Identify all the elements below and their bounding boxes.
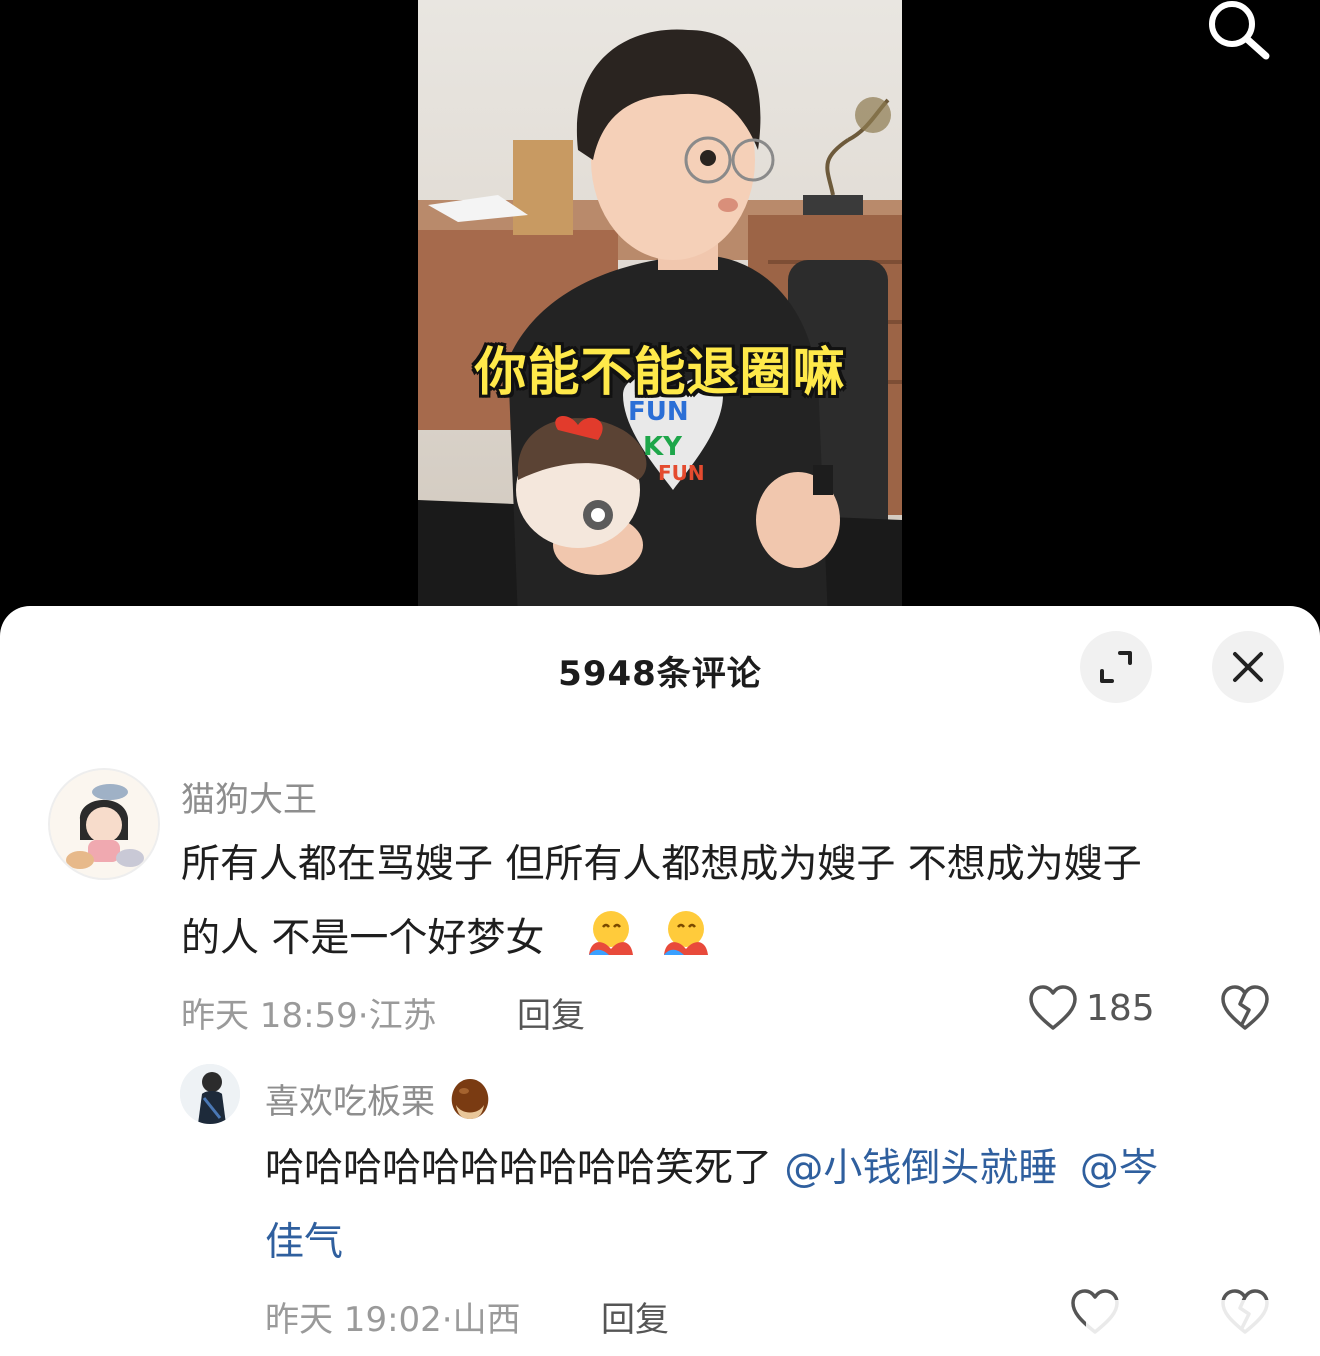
watermark-overlay xyxy=(1086,1300,1314,1348)
reply-line: 哈哈哈哈哈哈哈哈哈哈笑死了 @小钱倒头就睡 @岑 xyxy=(265,1132,1285,1206)
hugging-face-emoji xyxy=(589,911,634,955)
like-button[interactable] xyxy=(1028,984,1078,1032)
expand-icon xyxy=(1100,651,1132,683)
comment-meta: 昨天 18:59·江苏 xyxy=(181,988,437,1037)
comment-line: 的人 不是一个好梦女 xyxy=(181,916,545,961)
meta-separator: · xyxy=(441,1300,453,1340)
svg-text:FUN: FUN xyxy=(658,461,705,485)
comment-line-wrap: 的人 不是一个好梦女 xyxy=(181,902,1291,976)
search-icon xyxy=(1209,1,1270,60)
comment-username-text: 喜欢吃板栗 xyxy=(265,1082,435,1122)
avatar[interactable] xyxy=(180,1064,240,1124)
avatar[interactable] xyxy=(48,768,160,880)
reply-button[interactable]: 回复 xyxy=(601,1292,669,1341)
video-frame[interactable]: FUN KY FUN 你能不能退圈嘛 xyxy=(418,0,902,620)
comment-time: 昨天 18:59 xyxy=(181,996,358,1036)
comment-location: 江苏 xyxy=(368,996,437,1036)
comment-body: 所有人都在骂嫂子 但所有人都想成为嫂子 不想成为嫂子 的人 不是一个好梦女 xyxy=(181,828,1291,976)
comment-meta: 昨天 19:02·山西 xyxy=(265,1292,521,1341)
comments-sheet: 5948条评论 猫狗大王 所有人都在骂嫂子 但所有人都想成为嫂子 不想成为嫂子 … xyxy=(0,606,1320,1356)
comment-username[interactable]: 喜欢吃板栗 xyxy=(265,1074,494,1123)
heart-icon xyxy=(1029,985,1077,1030)
reply-line-wrap: 佳气 xyxy=(265,1206,1285,1280)
broken-heart-icon xyxy=(1221,985,1269,1030)
hugging-face-emoji xyxy=(663,911,708,955)
dislike-button[interactable] xyxy=(1220,984,1270,1032)
reply-button[interactable]: 回复 xyxy=(517,988,585,1037)
video-scene: FUN KY FUN xyxy=(418,29,902,620)
comment-line: 所有人都在骂嫂子 但所有人都想成为嫂子 不想成为嫂子 xyxy=(181,842,1142,887)
video-player[interactable]: FUN KY FUN 你能不能退圈嘛 xyxy=(0,0,1320,620)
mention-link[interactable]: @小钱倒头就睡 xyxy=(784,1146,1057,1191)
reply-text: 哈哈哈哈哈哈哈哈哈哈笑死了 xyxy=(265,1146,773,1191)
close-button[interactable] xyxy=(1212,631,1284,703)
avatar-image xyxy=(180,1064,240,1124)
comment-time: 昨天 19:02 xyxy=(265,1300,442,1340)
comment-username[interactable]: 猫狗大王 xyxy=(181,772,317,821)
comment-location: 山西 xyxy=(452,1300,521,1340)
mention-link-continued[interactable]: 佳气 xyxy=(265,1220,343,1265)
expand-button[interactable] xyxy=(1080,631,1152,703)
like-count: 185 xyxy=(1086,988,1155,1029)
reply-body: 哈哈哈哈哈哈哈哈哈哈笑死了 @小钱倒头就睡 @岑 佳气 xyxy=(265,1132,1285,1280)
avatar-image xyxy=(50,770,158,878)
meta-separator: · xyxy=(357,996,369,1036)
search-button[interactable] xyxy=(1200,0,1276,66)
svg-text:KY: KY xyxy=(643,432,683,462)
app-root: FUN KY FUN 你能不能退圈嘛 5948条评论 猫狗大王 所有人都在骂嫂子… xyxy=(0,0,1320,1356)
chestnut-emoji xyxy=(451,1079,489,1119)
mention-link[interactable]: @岑 xyxy=(1080,1146,1158,1191)
close-icon xyxy=(1233,652,1263,682)
video-caption: 你能不能退圈嘛 xyxy=(474,343,846,403)
